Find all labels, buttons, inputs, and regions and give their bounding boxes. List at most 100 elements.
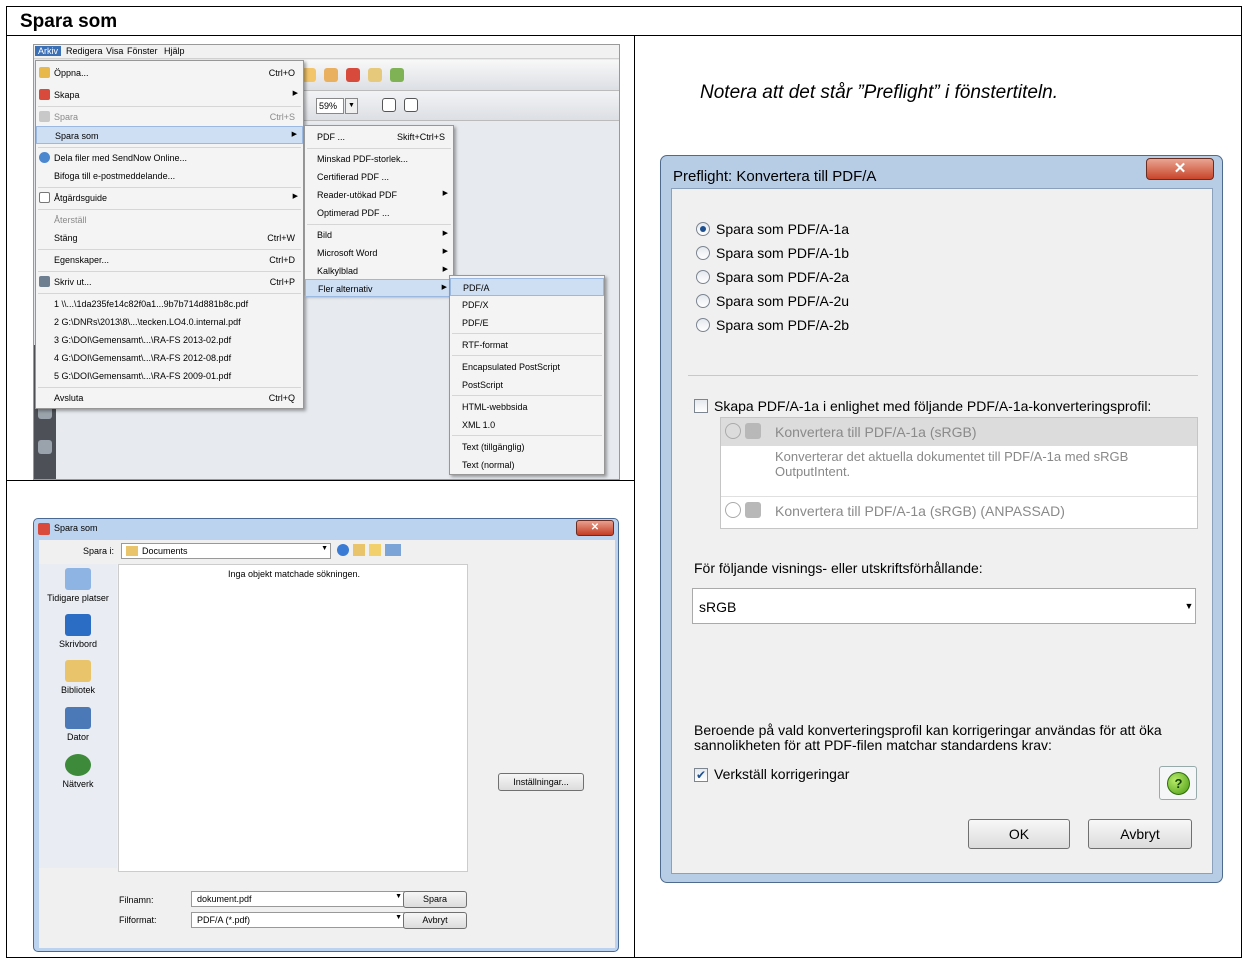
menu-item-pdfa[interactable]: PDF/A: [450, 278, 604, 296]
radio-button[interactable]: [696, 246, 710, 260]
cancel-button[interactable]: Avbryt: [1088, 819, 1192, 849]
spara-som-submenu: PDF ... Skift+Ctrl+S Minskad PDF-storlek.…: [304, 125, 454, 297]
wrench-icon: [745, 502, 761, 518]
fit-page-icon[interactable]: [382, 98, 396, 112]
submenu-arrow-icon: ▶: [442, 248, 448, 255]
up-folder-icon[interactable]: [353, 544, 365, 556]
file-list[interactable]: Inga objekt matchade sökningen.: [118, 564, 468, 872]
pdf-icon[interactable]: [346, 68, 360, 82]
format-select[interactable]: PDF/A (*.pdf) ▼: [191, 912, 405, 928]
menu-item-dela-filer[interactable]: Dela filer med SendNow Online...: [36, 149, 303, 167]
menu-item-text-normal[interactable]: Text (normal): [450, 456, 604, 474]
menu-redigera[interactable]: Redigera: [63, 46, 106, 56]
menu-item-html[interactable]: HTML-webbsida: [450, 398, 604, 416]
recent-file-1[interactable]: 1 \\...\1da235fe14c82f0a1...9b7b714d881b…: [36, 295, 303, 313]
menu-item-kalkylblad[interactable]: Kalkylblad ▶: [305, 262, 453, 280]
profile-checkbox[interactable]: [694, 399, 708, 413]
profile-item-srgb[interactable]: Konvertera till PDF/A-1a (sRGB): [721, 418, 1197, 446]
ok-button[interactable]: OK: [968, 819, 1070, 849]
divider: [688, 375, 1198, 376]
dialog-body: Spara som PDF/A-1a Spara som PDF/A-1b Sp…: [671, 188, 1213, 874]
menu-item-postscript[interactable]: PostScript: [450, 376, 604, 394]
format-label: Filformat:: [119, 915, 157, 925]
recent-file-3[interactable]: 3 G:\DOI\Gemensamt\...\RA-FS 2013-02.pdf: [36, 331, 303, 349]
help-button[interactable]: ?: [1159, 766, 1197, 800]
radio-button[interactable]: [696, 318, 710, 332]
menu-hjalp[interactable]: Hjälp: [161, 46, 188, 56]
comment-icon[interactable]: [324, 68, 338, 82]
recent-places-icon: [65, 568, 91, 590]
profile-item-anpassad[interactable]: Konvertera till PDF/A-1a (sRGB) (ANPASSA…: [721, 496, 1197, 524]
view-menu-icon[interactable]: [385, 544, 401, 556]
preflight-icon: [725, 502, 741, 518]
menu-item-rtf[interactable]: RTF-format: [450, 336, 604, 354]
radio-button[interactable]: [696, 270, 710, 284]
toolbar-top: [294, 60, 619, 91]
menu-item-bild[interactable]: Bild ▶: [305, 226, 453, 244]
menu-item-optimerad[interactable]: Optimerad PDF ...: [305, 204, 453, 222]
fit-width-icon[interactable]: [404, 98, 418, 112]
condition-select[interactable]: sRGB ▼: [692, 588, 1196, 624]
menu-item-pdfx[interactable]: PDF/X: [450, 296, 604, 314]
label-icon[interactable]: [38, 440, 52, 454]
submenu-arrow-icon: ▶: [291, 131, 297, 138]
radio-button[interactable]: [696, 222, 710, 236]
menu-item-text-tillganglig[interactable]: Text (tillgänglig): [450, 438, 604, 456]
place-recent[interactable]: Tidigare platser: [39, 568, 117, 603]
save-as-dialog: Spara som ✕ Spara i: Documents ▼ Tidigar…: [33, 518, 619, 952]
radio-button[interactable]: [696, 294, 710, 308]
menu-item-stang[interactable]: Stäng Ctrl+W: [36, 229, 303, 247]
back-icon[interactable]: [337, 544, 349, 556]
menu-item-pdf[interactable]: PDF ... Skift+Ctrl+S: [305, 128, 453, 146]
condition-label: För följande visnings- eller utskriftsfö…: [694, 560, 983, 576]
menu-item-spara[interactable]: Spara Ctrl+S: [36, 108, 303, 126]
menu-item-skapa[interactable]: Skapa ▶: [36, 86, 303, 104]
recent-file-4[interactable]: 4 G:\DOI\Gemensamt\...\RA-FS 2012-08.pdf: [36, 349, 303, 367]
share-icon[interactable]: [390, 68, 404, 82]
cancel-button[interactable]: Avbryt: [403, 912, 467, 929]
close-button[interactable]: ✕: [1146, 158, 1214, 180]
place-desktop[interactable]: Skrivbord: [39, 614, 117, 649]
menu-visa[interactable]: Visa: [103, 46, 126, 56]
menu-arkiv[interactable]: Arkiv: [35, 46, 61, 56]
menu-fonster[interactable]: Fönster: [124, 46, 161, 56]
menu-item-certifierad[interactable]: Certifierad PDF ...: [305, 168, 453, 186]
fix-checkbox[interactable]: ✔: [694, 768, 708, 782]
recent-file-5[interactable]: 5 G:\DOI\Gemensamt\...\RA-FS 2009-01.pdf: [36, 367, 303, 385]
recent-file-2[interactable]: 2 G:\DNRs\2013\8\...\tecken.LO4.0.intern…: [36, 313, 303, 331]
menu-item-reader-utokad[interactable]: Reader-utökad PDF ▶: [305, 186, 453, 204]
filename-field[interactable]: dokument.pdf ▼: [191, 891, 405, 907]
submenu-arrow-icon: ▶: [442, 190, 448, 197]
menu-item-xml[interactable]: XML 1.0: [450, 416, 604, 434]
menu-item-fler-alternativ[interactable]: Fler alternativ ▶: [305, 279, 453, 297]
menu-item-avsluta[interactable]: Avsluta Ctrl+Q: [36, 389, 303, 407]
menubar: Arkiv Redigera Visa Fönster Hjälp: [34, 45, 619, 59]
menu-item-spara-som[interactable]: Spara som ▶: [36, 126, 303, 144]
save-button[interactable]: Spara: [403, 891, 467, 908]
menu-item-skriv-ut[interactable]: Skriv ut... Ctrl+P: [36, 273, 303, 291]
toolbar-tool-icon[interactable]: [302, 68, 316, 82]
place-libraries[interactable]: Bibliotek: [39, 660, 117, 695]
menu-item-egenskaper[interactable]: Egenskaper... Ctrl+D: [36, 251, 303, 269]
menu-item-minskad[interactable]: Minskad PDF-storlek...: [305, 150, 453, 168]
menu-item-atgardsguide[interactable]: Åtgärdsguide ▶: [36, 189, 303, 207]
chevron-down-icon: ▼: [395, 914, 402, 921]
menu-item-pdfe[interactable]: PDF/E: [450, 314, 604, 332]
export-icon[interactable]: [368, 68, 382, 82]
settings-button[interactable]: Inställningar...: [498, 773, 584, 791]
save-in-select[interactable]: Documents ▼: [121, 543, 331, 559]
menu-item-aterstall[interactable]: Återställ: [36, 211, 303, 229]
zoom-field[interactable]: 59%: [316, 98, 344, 114]
place-computer[interactable]: Dator: [39, 707, 117, 742]
menu-item-oppna[interactable]: Öppna... Ctrl+O: [36, 64, 303, 82]
menu-item-word[interactable]: Microsoft Word ▶: [305, 244, 453, 262]
menu-item-eps[interactable]: Encapsulated PostScript: [450, 358, 604, 376]
close-button[interactable]: ✕: [576, 520, 614, 536]
preflight-icon: [725, 423, 741, 439]
table-divider-horizontal: [6, 480, 635, 481]
new-folder-icon[interactable]: [369, 544, 381, 556]
place-network[interactable]: Nätverk: [39, 754, 117, 789]
menu-item-bifoga[interactable]: Bifoga till e-postmeddelande...: [36, 167, 303, 185]
zoom-dropdown[interactable]: ▼: [345, 98, 358, 114]
acrobat-window: Arkiv Redigera Visa Fönster Hjälp 59% ▼ …: [33, 44, 620, 480]
